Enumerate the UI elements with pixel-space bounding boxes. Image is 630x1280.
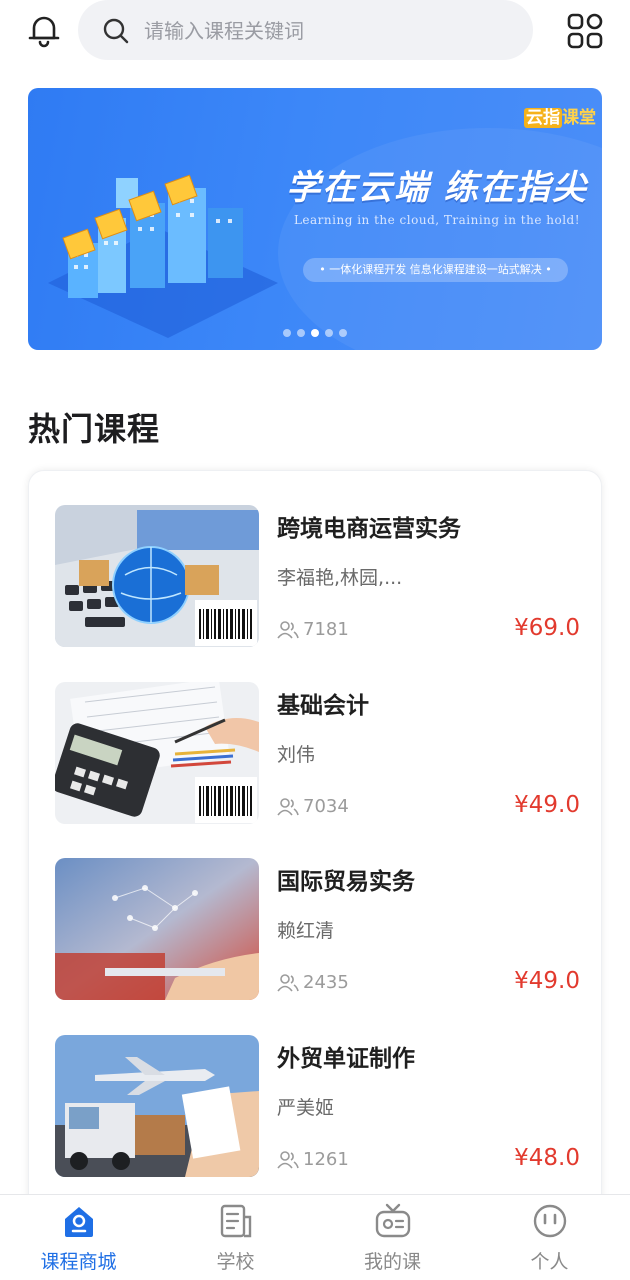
profile-icon	[533, 1204, 567, 1238]
school-icon	[220, 1204, 252, 1238]
banner-pill: • 一体化课程开发 信息化课程建设一站式解决 •	[303, 258, 568, 282]
course-list-card: 跨境电商运营实务 李福艳,林园,... 7181 ¥69.0 基础会计 刘伟 7…	[28, 470, 602, 1230]
nav-item-course-store[interactable]: 课程商城	[0, 1195, 157, 1280]
brand-part-1: 云指	[524, 108, 562, 128]
course-students: 7034	[277, 796, 349, 817]
nav-item-school[interactable]: 学校	[157, 1195, 314, 1280]
bottom-nav: 课程商城 学校 我的课 个人	[0, 1194, 630, 1280]
course-item[interactable]: 外贸单证制作 严美姬 1261 ¥48.0	[55, 1035, 580, 1180]
nav-label: 课程商城	[40, 1251, 117, 1273]
students-count: 2435	[303, 972, 349, 993]
carousel-dot-active[interactable]	[311, 329, 319, 337]
course-teacher: 刘伟	[277, 744, 316, 766]
course-title: 国际贸易实务	[277, 869, 415, 895]
course-price: ¥48.0	[514, 1145, 580, 1171]
section-title: 热门课程	[28, 410, 161, 448]
banner-brand-logo: 云指 课堂	[524, 103, 596, 128]
banner-headline: 学在云端 练在指尖	[286, 168, 588, 208]
course-item[interactable]: 国际贸易实务 赖红清 2435 ¥49.0	[55, 858, 580, 1003]
course-price: ¥69.0	[514, 615, 580, 641]
course-teacher: 李福艳,林园,...	[277, 567, 403, 589]
course-teacher: 严美姬	[277, 1097, 335, 1119]
banner-subline: Learning in the cloud, Training in the h…	[293, 213, 581, 227]
people-icon	[277, 973, 299, 992]
course-students: 7181	[277, 619, 349, 640]
store-icon	[65, 1207, 93, 1237]
course-thumbnail	[55, 1035, 259, 1177]
carousel-dot[interactable]	[325, 329, 333, 337]
people-icon	[277, 1150, 299, 1169]
course-students: 1261	[277, 1149, 349, 1170]
nav-item-profile[interactable]: 个人	[471, 1195, 628, 1280]
search-bar[interactable]	[78, 0, 533, 60]
banner-city-illustration	[48, 174, 278, 338]
course-title: 跨境电商运营实务	[277, 516, 461, 542]
search-input[interactable]	[144, 12, 504, 50]
grid-menu-icon[interactable]	[566, 12, 604, 50]
carousel-dot[interactable]	[283, 329, 291, 337]
tv-icon	[375, 1203, 411, 1238]
search-icon	[103, 18, 129, 44]
nav-item-my-courses[interactable]: 我的课	[314, 1195, 471, 1280]
course-thumbnail	[55, 505, 259, 647]
people-icon	[277, 620, 299, 639]
course-thumbnail	[55, 858, 259, 1000]
course-teacher: 赖红清	[277, 920, 335, 942]
course-item[interactable]: 跨境电商运营实务 李福艳,林园,... 7181 ¥69.0	[55, 505, 580, 650]
course-thumbnail	[55, 682, 259, 824]
carousel-dots[interactable]	[283, 328, 353, 338]
promo-banner[interactable]: 云指 课堂 学在云端 练在指尖 Learning in the cloud, Tr…	[28, 88, 602, 350]
students-count: 1261	[303, 1149, 349, 1170]
course-students: 2435	[277, 972, 349, 993]
top-bar	[0, 0, 630, 68]
nav-label: 学校	[216, 1251, 255, 1273]
students-count: 7181	[303, 619, 349, 640]
people-icon	[277, 797, 299, 816]
course-title: 外贸单证制作	[277, 1046, 415, 1072]
nav-label: 我的课	[363, 1251, 421, 1273]
bell-icon[interactable]	[24, 10, 64, 50]
course-item[interactable]: 基础会计 刘伟 7034 ¥49.0	[55, 682, 580, 827]
students-count: 7034	[303, 796, 349, 817]
nav-label: 个人	[530, 1251, 569, 1273]
carousel-dot[interactable]	[339, 329, 347, 337]
course-price: ¥49.0	[514, 968, 580, 994]
brand-part-2: 课堂	[562, 108, 596, 128]
course-price: ¥49.0	[514, 792, 580, 818]
carousel-dot[interactable]	[297, 329, 305, 337]
course-title: 基础会计	[277, 693, 369, 719]
